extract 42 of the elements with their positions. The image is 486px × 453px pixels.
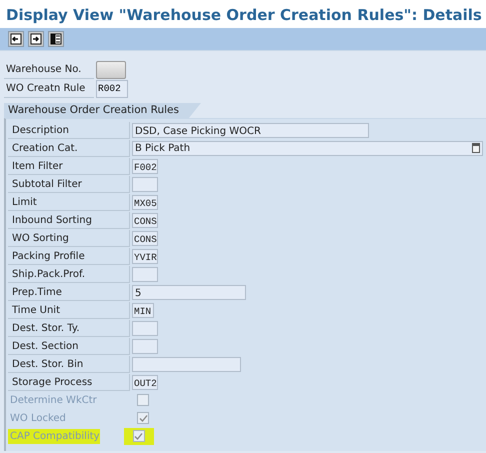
dropdown-icon[interactable] (472, 143, 480, 153)
field-label: Determine WkCtr (9, 394, 98, 408)
field-label: Dest. Stor. Bin (8, 356, 130, 372)
field-label: Prep.Time (8, 284, 130, 300)
field-label: Time Unit (8, 302, 130, 318)
field-label: CAP Compatibility (8, 428, 100, 444)
field-label: Limit (8, 194, 130, 210)
field-label: Creation Cat. (8, 140, 130, 156)
input-field[interactable]: OUT2 (132, 374, 158, 390)
list-button[interactable] (48, 31, 64, 47)
field-label: Ship.Pack.Prof. (8, 266, 130, 282)
input-field[interactable] (132, 338, 158, 354)
field-label: Dest. Section (8, 338, 130, 354)
field-label: WO Creatn Rule (4, 80, 94, 98)
input-field[interactable]: YVIR (132, 248, 158, 264)
input-field[interactable]: MIN (132, 302, 154, 318)
input-field[interactable]: CONS (132, 230, 158, 246)
field-label: Description (8, 122, 130, 138)
input-field[interactable]: F002 (132, 158, 158, 174)
field-label: Packing Profile (8, 248, 130, 264)
previous-entry-button[interactable] (8, 31, 24, 47)
input-field[interactable]: R002 (96, 80, 128, 98)
field-label: Inbound Sorting (8, 212, 130, 228)
field-label: WO Locked (9, 412, 67, 426)
field-label: Warehouse No. (4, 62, 94, 78)
input-field[interactable] (132, 356, 241, 372)
next-entry-button[interactable] (28, 31, 44, 47)
warehouse-number-field[interactable] (96, 61, 126, 79)
dropdown-field[interactable]: B Pick Path (132, 140, 483, 156)
field-label: Subtotal Filter (8, 176, 130, 192)
input-field[interactable] (132, 176, 158, 192)
field-label: Storage Process (8, 374, 130, 390)
input-field[interactable] (132, 320, 158, 336)
input-field[interactable]: 5 (132, 284, 246, 300)
field-label: WO Sorting (8, 230, 130, 246)
input-field[interactable] (132, 266, 158, 282)
input-field[interactable]: CONS (132, 212, 158, 228)
field-label: Item Filter (8, 158, 130, 174)
input-field[interactable]: MX05 (132, 194, 158, 210)
window-title: Display View "Warehouse Order Creation Rules": Details (0, 0, 486, 28)
input-field[interactable]: DSD, Case Picking WOCR (132, 122, 369, 138)
field-label: Dest. Stor. Ty. (8, 320, 130, 336)
